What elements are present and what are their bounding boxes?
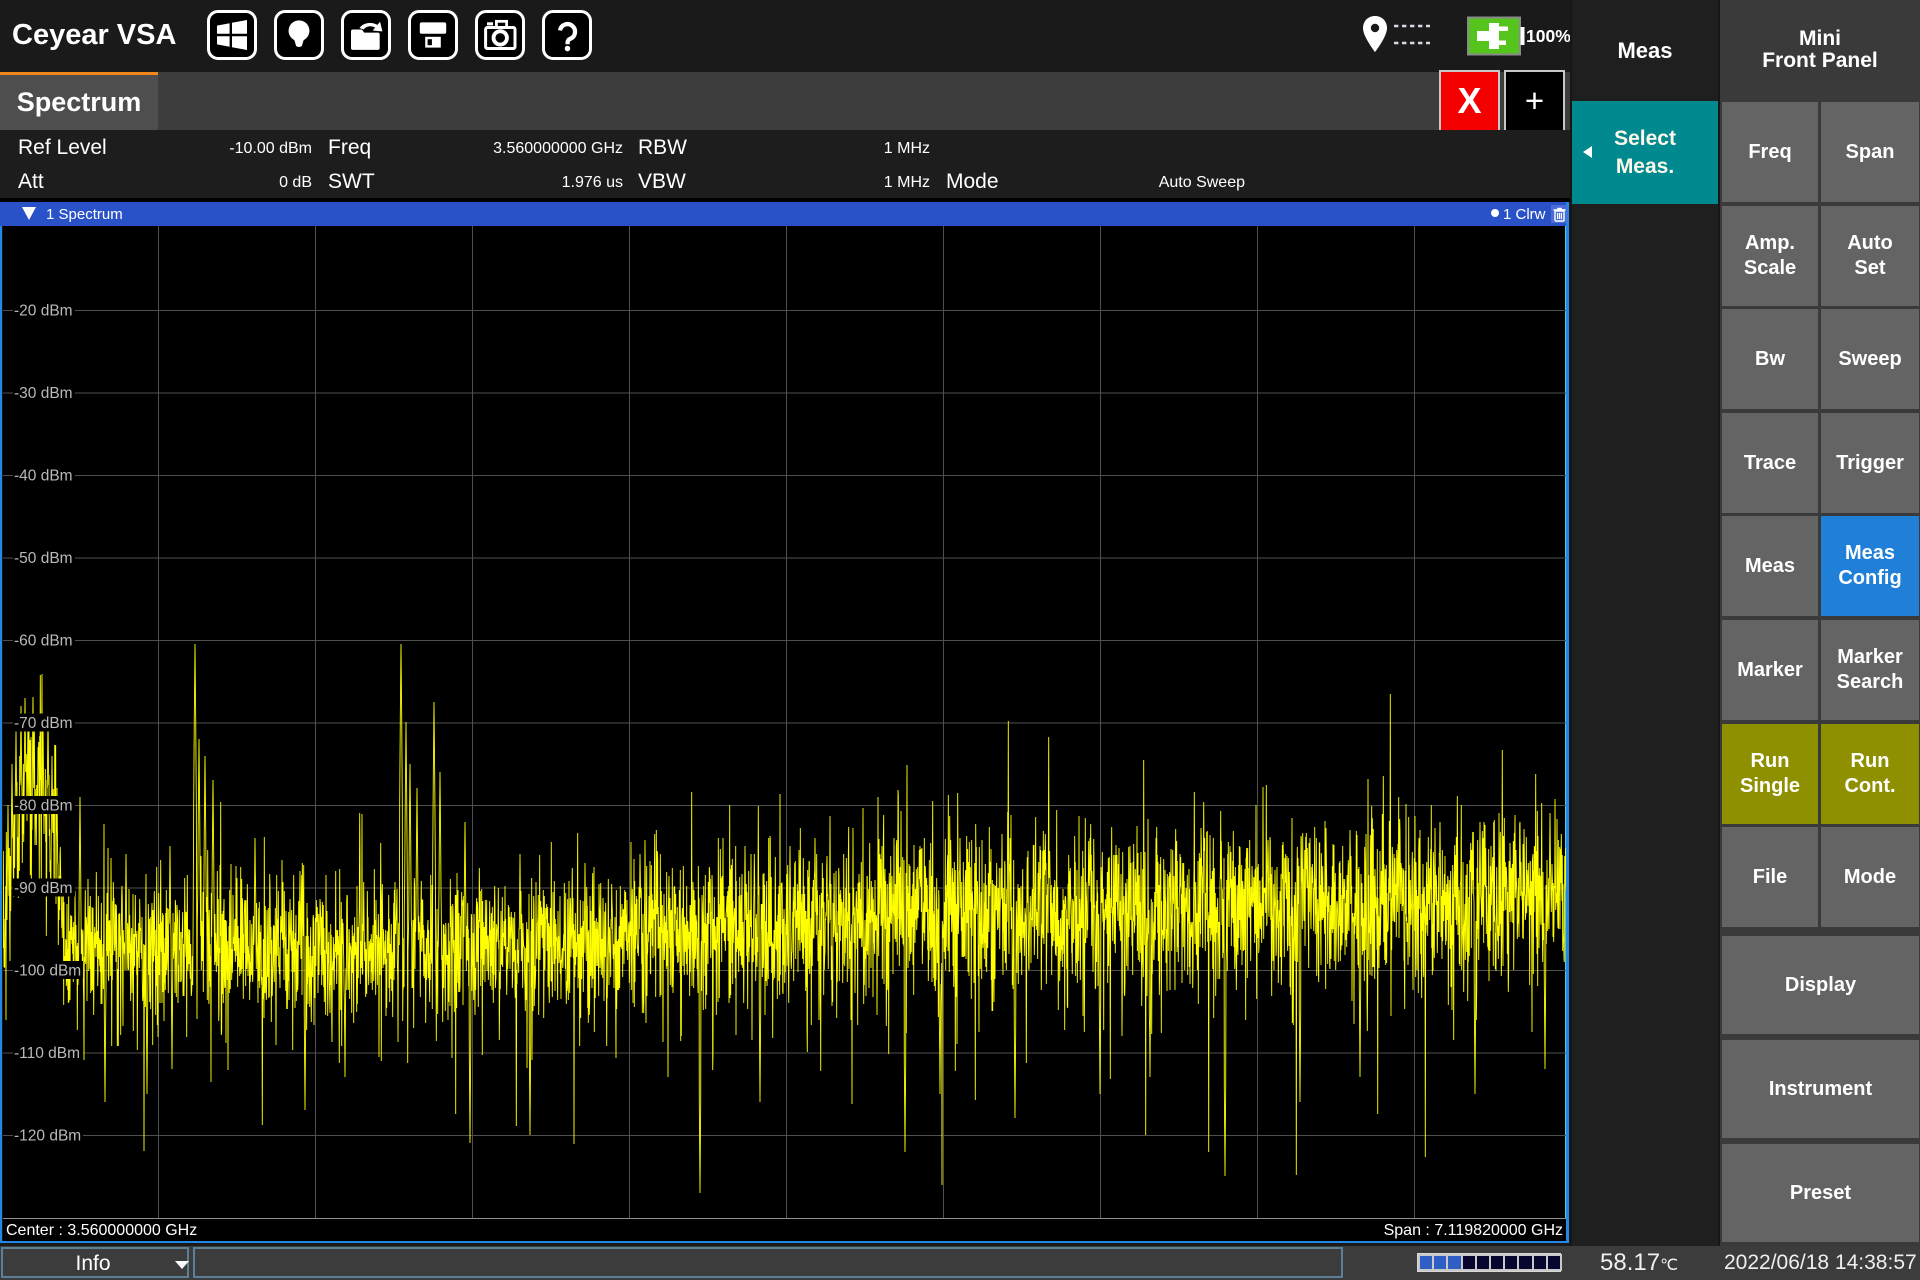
svg-text:-50 dBm: -50 dBm	[14, 550, 73, 567]
svg-text:-120 dBm: -120 dBm	[14, 1128, 81, 1145]
svg-text:-60 dBm: -60 dBm	[14, 633, 73, 650]
svg-text:-70 dBm: -70 dBm	[14, 715, 73, 732]
svg-text:-110 dBm: -110 dBm	[14, 1045, 80, 1062]
svg-text:-100 dBm: -100 dBm	[14, 963, 81, 980]
svg-text:-30 dBm: -30 dBm	[14, 385, 73, 402]
svg-text:-40 dBm: -40 dBm	[14, 468, 73, 485]
svg-text:-80 dBm: -80 dBm	[14, 798, 73, 815]
svg-text:-20 dBm: -20 dBm	[14, 303, 73, 320]
svg-text:-90 dBm: -90 dBm	[14, 880, 73, 897]
